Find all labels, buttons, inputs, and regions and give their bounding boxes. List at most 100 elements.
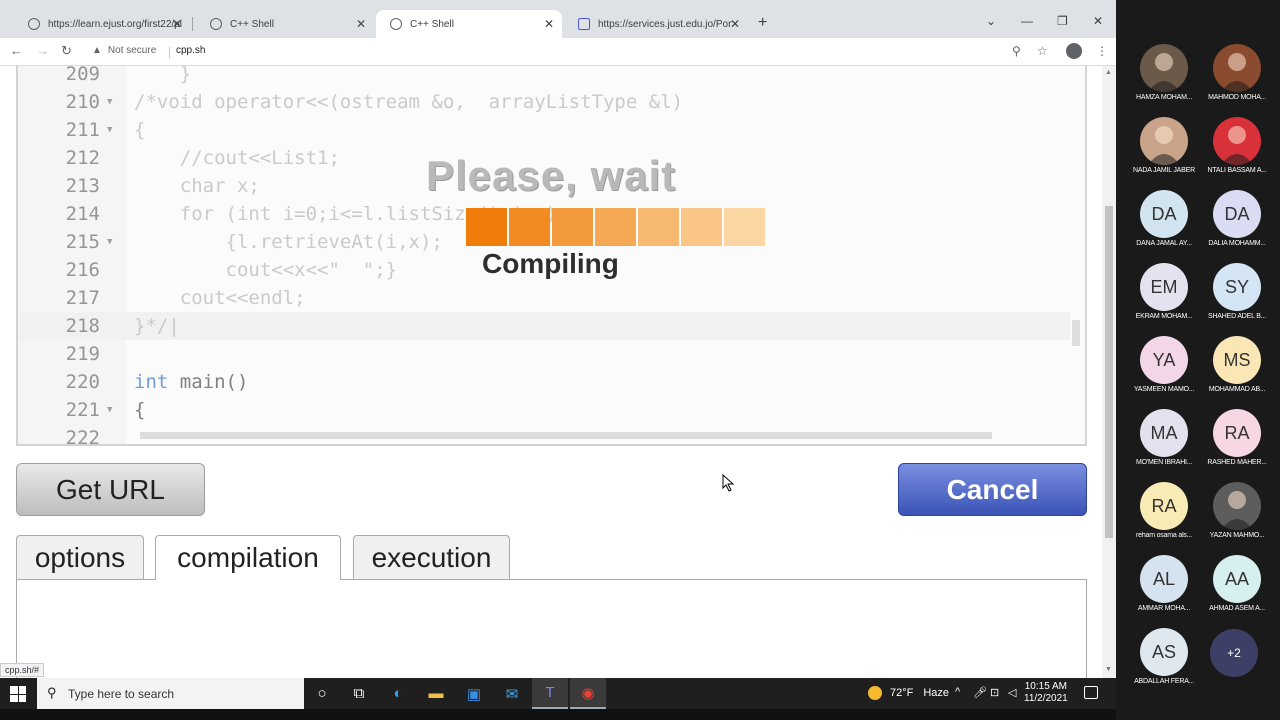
system-clock[interactable]: 10:15 AM 11/2/2021 [1024,681,1068,705]
teams-icon[interactable]: T [532,678,568,709]
task-view-icon[interactable]: ⧉ [341,678,377,709]
tab-search-icon[interactable]: ⌄ [986,14,996,28]
tab-title: https://services.just.edu.jo/Portal [598,18,732,30]
participant-tile[interactable]: AS ABDALLAH FERA... [1120,628,1202,701]
minimize-button[interactable]: — [1021,14,1033,28]
participant-name: ABDALLAH FERA... [1134,678,1194,685]
close-icon[interactable]: ✕ [172,17,182,31]
browser-window: https://learn.ejust.org/first22/plu ✕ C+… [0,0,1116,678]
get-url-button[interactable]: Get URL [16,463,205,516]
page-scrollbar[interactable]: ▲ ▼ [1102,66,1116,678]
progress-block [681,208,722,246]
bookmark-star-icon[interactable]: ☆ [1037,44,1048,58]
menu-dots-icon[interactable]: ⋮ [1096,44,1108,58]
participant-tile[interactable]: AA AHMAD ASEM A... [1193,555,1275,628]
tab-separator [192,17,193,31]
zoom-icon[interactable]: ⚲ [1012,44,1021,58]
security-indicator[interactable]: ▲ Not secure [92,45,156,56]
participant-tile[interactable]: MA MO'MEN IBRAHI... [1120,409,1202,482]
participant-tile[interactable]: AL AMMAR MOHA... [1120,555,1202,628]
tab-cpp-shell[interactable]: C++ Shell ✕ [196,10,374,38]
weather-widget[interactable]: 72°F Haze [868,686,949,700]
globe-icon [390,18,402,30]
clock-time: 10:15 AM [1024,681,1067,692]
participant-tile[interactable]: NTALI BASSAM A... [1193,117,1275,190]
participant-name: SHAHED ADEL B... [1207,313,1266,320]
security-label: Not secure [107,45,157,56]
progress-block [638,208,679,246]
scrollbar-thumb[interactable] [1105,206,1113,538]
tab-services-just[interactable]: https://services.just.edu.jo/Portal ✕ [564,10,748,38]
participant-name: RASHED MAHER... [1207,459,1267,466]
file-explorer-icon[interactable]: ▬ [418,678,454,709]
taskbar-search[interactable]: ⚲ Type here to search [37,678,304,709]
more-participants-button[interactable]: +2 [1210,629,1258,677]
tab-options[interactable]: options [16,535,144,579]
network-icon[interactable]: ⊡ [990,686,999,699]
restore-button[interactable]: ❐ [1057,14,1068,28]
participant-tile[interactable]: HAMZA MOHAM... [1120,44,1202,117]
address-bar[interactable]: cpp.sh [176,45,205,56]
windows-start-icon[interactable] [10,686,26,702]
microphone-icon[interactable]: 🎤︎ [973,686,987,699]
tab-execution[interactable]: execution [353,535,510,579]
participant-tile[interactable]: RA RASHED MAHER... [1193,409,1275,482]
progress-block [724,208,765,246]
compiling-status: Compiling [482,248,619,279]
participant-tile[interactable]: DA DALIA MOHAMM... [1193,190,1275,263]
reload-icon[interactable]: ↻ [61,43,72,59]
participant-tile[interactable]: YAZAN MAHMO... [1193,482,1275,555]
volume-icon[interactable]: ◁ [1008,686,1016,699]
edge-icon[interactable]: ◐ [380,678,416,709]
progress-block [509,208,550,246]
progress-block [595,208,636,246]
mouse-cursor-icon [722,474,735,492]
avatar: YA [1140,336,1188,384]
chevron-up-icon[interactable]: ^ [955,686,960,698]
participant-tile[interactable]: EM EKRAM MOHAM... [1120,263,1202,336]
participant-tile[interactable]: RA reham osama als... [1120,482,1202,555]
participant-name: DALIA MOHAMM... [1208,240,1266,247]
close-icon[interactable]: ✕ [356,17,366,31]
participant-name: MOHAMMAD AB... [1208,386,1266,393]
store-icon[interactable]: ▣ [456,678,492,709]
participant-tile[interactable]: DA DANA JAMAL AY... [1120,190,1202,263]
browser-toolbar: ← → ↻ ▲ Not secure cpp.sh ⚲ ☆ ⋮ [0,38,1116,66]
back-arrow-icon[interactable]: ← [10,43,23,58]
chrome-icon[interactable]: ◉ [570,678,606,709]
participant-tile[interactable]: MS MOHAMMAD AB... [1193,336,1275,409]
participant-tile[interactable]: YA YASMEEN MAMO... [1120,336,1202,409]
tab-title: C++ Shell [230,18,274,30]
participant-tile[interactable]: SY SHAHED ADEL B... [1193,263,1275,336]
avatar-photo [1140,117,1188,165]
notification-icon[interactable] [1084,686,1098,699]
cancel-button[interactable]: Cancel [898,463,1087,516]
tab-compilation[interactable]: compilation [155,535,341,580]
avatar: AL [1140,555,1188,603]
scroll-up-arrow-icon[interactable]: ▲ [1105,69,1112,76]
search-icon: ⚲ [47,685,57,700]
progress-block [552,208,593,246]
participant-tile[interactable]: MAHMOD MOHA... [1193,44,1275,117]
close-icon[interactable]: ✕ [544,17,554,31]
forward-arrow-icon[interactable]: → [36,43,49,58]
avatar: RA [1140,482,1188,530]
window-close-button[interactable]: ✕ [1093,14,1103,28]
avatar: EM [1140,263,1188,311]
profile-icon[interactable] [1066,43,1082,59]
participant-name: MAHMOD MOHA... [1208,94,1266,101]
avatar-photo [1213,482,1261,530]
close-icon[interactable]: ✕ [730,17,740,31]
tab-cpp-shell-active[interactable]: C++ Shell ✕ [376,10,562,38]
compilation-output[interactable] [16,579,1087,678]
new-tab-button[interactable]: + [758,14,767,32]
participant-tile[interactable]: NADA JAMIL JABER [1120,117,1202,190]
university-icon [578,18,590,30]
avatar: MA [1140,409,1188,457]
tab-learn-ejust[interactable]: https://learn.ejust.org/first22/plu ✕ [14,10,190,38]
mail-icon[interactable]: ✉ [494,678,530,709]
cortana-icon[interactable]: ○ [304,678,340,709]
status-link: cpp.sh/# [0,663,45,677]
please-wait-title: Please, wait [426,152,677,199]
scroll-down-arrow-icon[interactable]: ▼ [1105,666,1112,673]
